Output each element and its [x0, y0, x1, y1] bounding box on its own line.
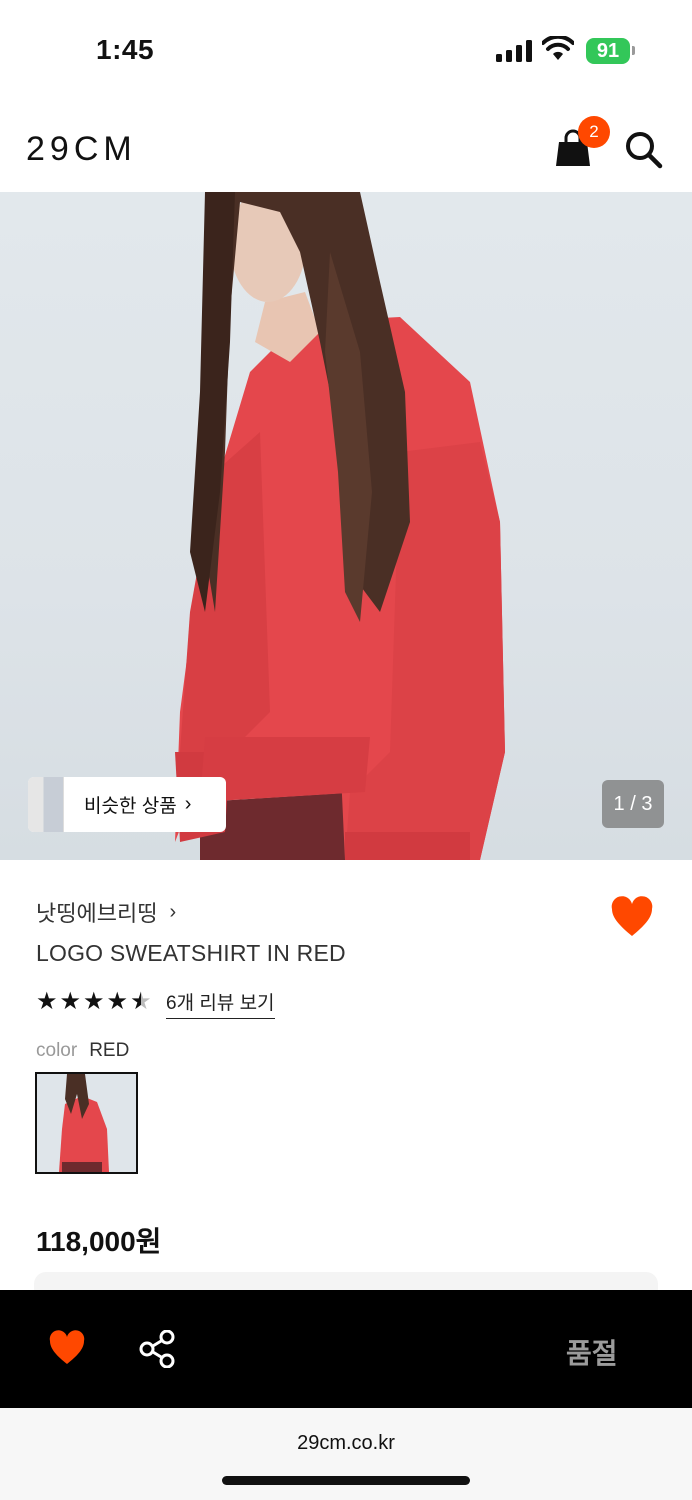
battery-level: 91: [596, 40, 620, 62]
star-icon: ★: [83, 988, 105, 1015]
swatch-thumbnail: [37, 1074, 136, 1172]
star-icon: ★: [59, 988, 82, 1015]
bottom-action-bar: 품절: [0, 1290, 692, 1408]
heart-icon[interactable]: [48, 1330, 86, 1366]
browser-address-bar[interactable]: 29cm.co.kr: [0, 1408, 692, 1500]
similar-products-button[interactable]: 비슷한 상품 ›: [28, 777, 226, 832]
heart-icon[interactable]: [610, 896, 654, 938]
star-icon: ★: [36, 988, 58, 1015]
similar-products-label: 비슷한 상품: [84, 796, 177, 817]
search-button[interactable]: [624, 130, 664, 170]
half-star-icon: ★: [130, 988, 152, 1015]
status-bar: 1:45 91: [0, 0, 692, 100]
signal-icon: [496, 40, 532, 62]
chevron-right-icon: ›: [169, 900, 177, 923]
chevron-right-icon: ›: [184, 793, 192, 815]
wifi-icon: [542, 36, 574, 60]
brand-link[interactable]: 낫띵에브리띵 ›: [36, 896, 176, 928]
color-key: color: [36, 1040, 78, 1061]
color-row: color RED: [36, 1040, 129, 1062]
product-title: LOGO SWEATSHIRT IN RED: [36, 940, 346, 966]
search-icon: [626, 132, 663, 169]
brand-logo[interactable]: 29CM: [26, 130, 137, 169]
color-swatch-red[interactable]: [35, 1072, 138, 1174]
star-icon: ★: [106, 988, 129, 1015]
share-icon[interactable]: [138, 1330, 176, 1368]
home-indicator: [222, 1476, 470, 1485]
url-text: 29cm.co.kr: [297, 1432, 395, 1454]
similar-products-thumbnail: [28, 777, 64, 832]
color-value: RED: [89, 1040, 130, 1061]
cart-count-badge: 2: [578, 116, 610, 148]
product-price: 118,000원: [36, 1226, 162, 1257]
status-time: 1:45: [96, 34, 155, 65]
brand-name: 낫띵에브리띵: [36, 901, 158, 926]
battery-nub: [632, 46, 635, 55]
image-pager: 1 / 3: [602, 780, 664, 828]
product-image-carousel[interactable]: 비슷한 상품 › 1 / 3: [0, 192, 692, 860]
product-photo: [175, 192, 505, 860]
rating-stars: ★ ★ ★ ★ ★: [36, 988, 152, 1016]
review-link[interactable]: 6개 리뷰 보기: [166, 988, 275, 1019]
sold-out-label: 품절: [566, 1338, 618, 1369]
